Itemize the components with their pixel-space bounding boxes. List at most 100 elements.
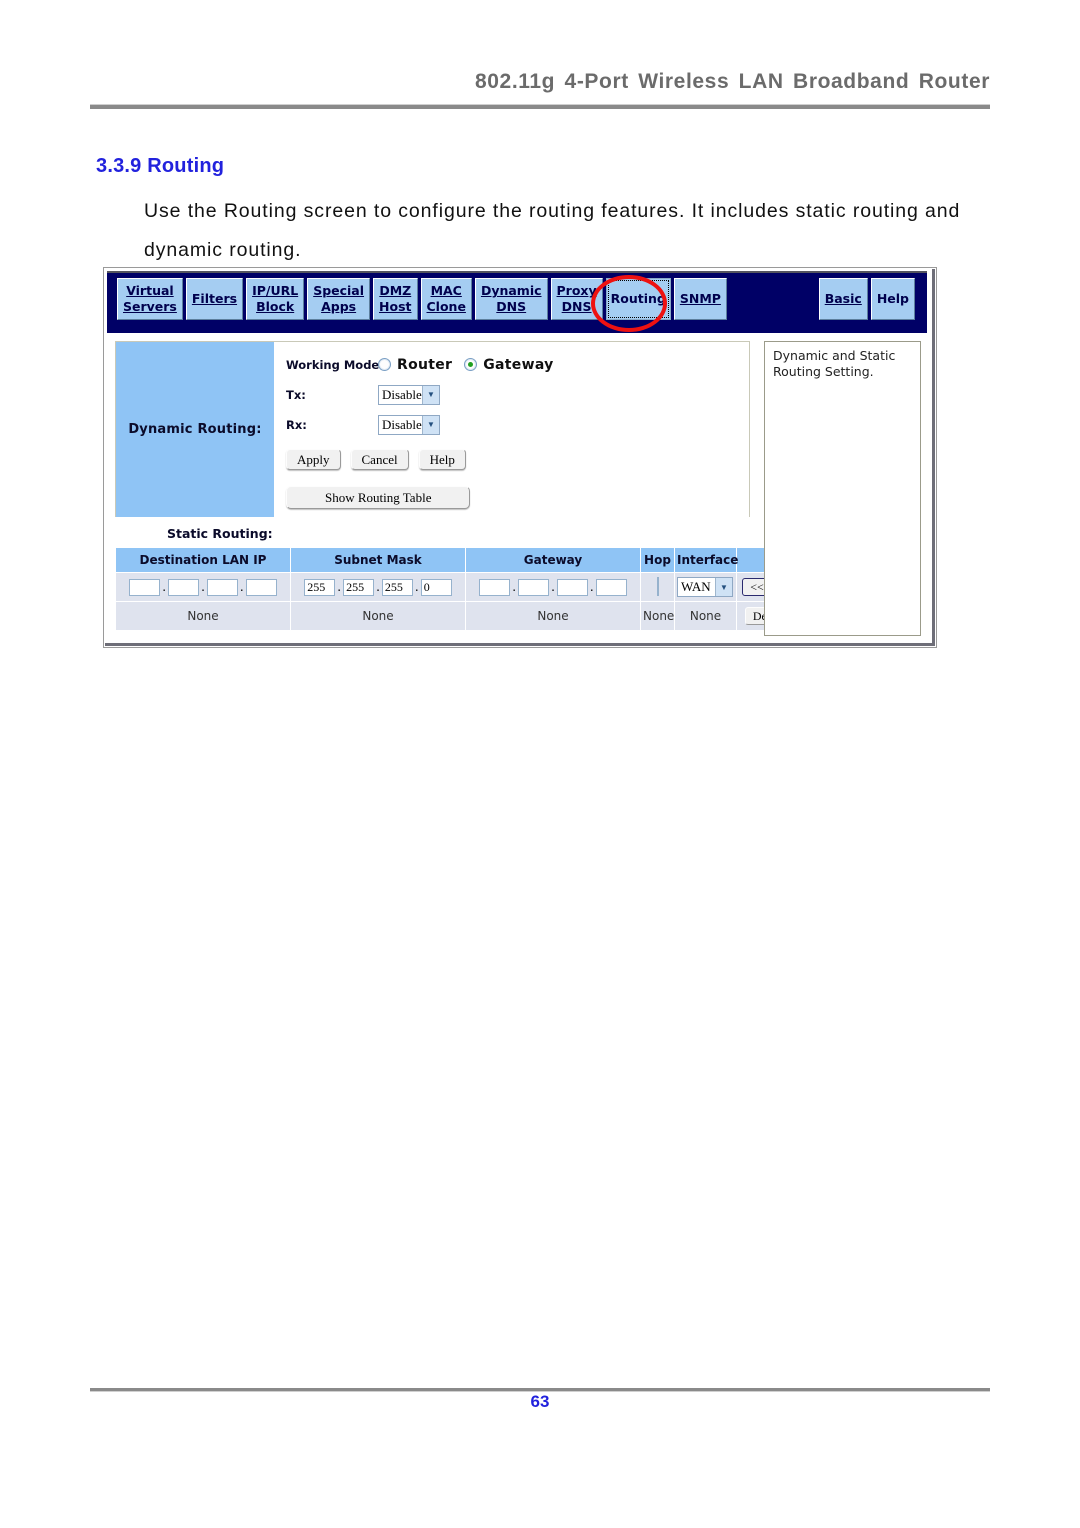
entry-hop: None [640,601,675,631]
entry-interface: None [674,601,737,631]
hop-cell [640,572,675,602]
tab-help[interactable]: Help [870,278,915,320]
gateway-octet-2[interactable] [518,578,550,596]
tab-label-line1: Basic [824,291,862,306]
dynamic-routing-button-row: Apply Cancel Help [286,449,749,470]
ip-dot: . [551,580,555,594]
subnet-mask-octet-3[interactable]: 255 [381,578,413,596]
cancel-button[interactable]: Cancel [350,449,409,470]
tab-filters[interactable]: Filters [185,278,244,320]
destination-ip-octet-3[interactable] [206,578,238,596]
tab-label-line1: Routing [610,291,666,306]
chevron-down-icon[interactable]: ▼ [715,578,732,596]
working-mode-option-gateway[interactable]: Gateway [464,357,553,373]
ip-dot: . [376,580,380,594]
interface-select-value: WAN [681,579,711,594]
tab-label-line1: DMZ [379,283,412,298]
subnet-mask-octet-2[interactable]: 255 [343,578,375,596]
show-routing-table-button[interactable]: Show Routing Table [286,486,471,509]
tab-mac-clone[interactable]: MAC Clone [420,278,472,320]
static-routing-input-row: . . . 255 . 255 . 255 . 0 . . . WAN ▼ << [115,572,801,602]
tab-routing[interactable]: Routing [605,278,671,320]
tx-label: Tx: [286,387,306,402]
header-divider [90,104,990,109]
tab-proxy-dns[interactable]: Proxy DNS [550,278,603,320]
ip-dot: . [589,580,594,594]
router-main-column: Dynamic Routing: Working Mode: Router Ga… [107,333,801,640]
static-routing-title: Static Routing: [167,526,273,541]
subnet-mask-octet-1[interactable]: 255 [304,578,336,596]
subnet-mask-cell: 255 . 255 . 255 . 0 [290,572,466,602]
destination-lan-ip-cell: . . . [115,572,291,602]
chevron-down-icon[interactable]: ▼ [422,385,439,404]
section-heading: 3.3.9 Routing [96,155,225,177]
entry-subnet-mask: None [290,601,466,631]
page-number: 63 [530,1392,550,1411]
tx-select[interactable]: Disable ▼ [378,384,440,405]
chevron-down-icon[interactable]: ▼ [422,415,439,434]
tab-label-line2: Host [379,299,412,314]
tx-select-value: Disable [382,386,422,402]
column-header-gateway: Gateway [465,547,641,573]
tab-label-line1: Dynamic [480,283,542,298]
gateway-octet-4[interactable] [595,578,627,596]
column-header-destination-lan-ip: Destination LAN IP [115,547,291,573]
radio-gateway-icon[interactable] [464,358,478,371]
manual-title: 802.11g 4-Port Wireless LAN Broadband Ro… [475,70,990,93]
rx-select-value: Disable [382,416,422,432]
gateway-cell: . . . [465,572,641,602]
dynamic-routing-label: Dynamic Routing: [128,422,262,437]
tab-label-line1: MAC [430,283,462,298]
rx-select[interactable]: Disable ▼ [378,414,440,435]
destination-ip-octet-2[interactable] [168,578,200,596]
tab-label-line1: Virtual [126,283,174,298]
static-routing-table: Destination LAN IP Subnet Mask Gateway H… [115,547,801,631]
destination-ip-octet-1[interactable] [129,578,161,596]
rx-row: Rx: Disable ▼ [286,414,749,435]
tab-label-line2: Block [256,299,295,314]
apply-button[interactable]: Apply [286,449,341,470]
tab-snmp[interactable]: SNMP [673,278,727,320]
gateway-octet-1[interactable] [479,578,511,596]
tab-dmz-host[interactable]: DMZ Host [373,278,418,320]
page-header: 802.11g 4-Port Wireless LAN Broadband Ro… [90,70,990,94]
router-ui-screenshot: Virtual Servers Filters IP/URL Block Spe… [104,268,936,647]
help-panel-text: Dynamic and Static Routing Setting. [773,348,896,379]
radio-router-icon[interactable] [378,358,391,371]
tab-ip-url-block[interactable]: IP/URL Block [246,278,305,320]
hop-input[interactable] [656,577,659,596]
ip-dot: . [162,580,167,594]
tab-label-line1: IP/URL [252,283,299,298]
destination-ip-octet-4[interactable] [245,578,277,596]
tab-label-line2: Clone [426,299,466,314]
gateway-octet-3[interactable] [556,578,588,596]
ip-dot: . [337,580,342,594]
static-routing-entry-row: None None None None None Delete [115,601,801,631]
help-panel: Dynamic and Static Routing Setting. [764,341,921,636]
tab-basic[interactable]: Basic [818,278,868,320]
column-header-subnet-mask: Subnet Mask [290,547,466,573]
router-help-column: Dynamic and Static Routing Setting. [758,333,927,640]
dynamic-routing-fields: Working Mode: Router Gateway Tx: Disable… [274,342,749,517]
tab-label-line1: Special [313,283,365,298]
ip-dot: . [512,580,517,594]
ip-dot: . [414,580,419,594]
tab-label-line2: Servers [123,299,177,314]
subnet-mask-octet-4[interactable]: 0 [420,578,452,596]
tab-group-right: Basic Help [818,278,915,320]
working-mode-label: Working Mode: [286,357,384,372]
tab-virtual-servers[interactable]: Virtual Servers [117,278,183,320]
ip-dot: . [239,580,244,594]
tab-label-line2: DNS [561,299,592,314]
column-header-interface: Interface [674,547,738,573]
working-mode-option-router[interactable]: Router [378,357,452,373]
interface-select[interactable]: WAN ▼ [677,577,733,597]
section-paragraph: Use the Routing screen to configure the … [144,200,961,261]
column-header-hop: Hop [640,547,675,573]
tab-label-line1: SNMP [679,291,721,306]
working-mode-router-label: Router [397,356,453,373]
help-button[interactable]: Help [418,449,466,470]
router-content-area: Dynamic Routing: Working Mode: Router Ga… [107,333,927,640]
tab-special-apps[interactable]: Special Apps [307,278,371,320]
tab-dynamic-dns[interactable]: Dynamic DNS [474,278,548,320]
